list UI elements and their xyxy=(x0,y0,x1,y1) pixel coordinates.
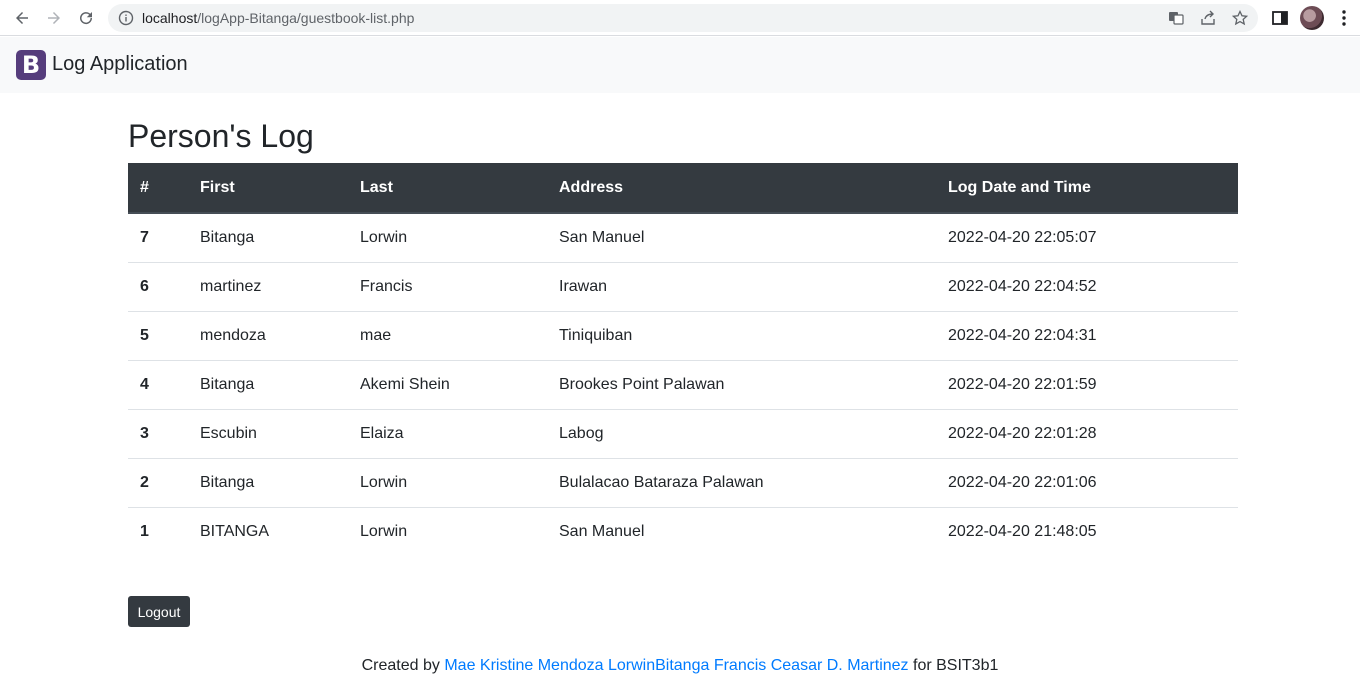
row-first: mendoza xyxy=(188,311,348,361)
row-datetime: 2022-04-20 22:01:06 xyxy=(936,458,1238,508)
table-row: 5 mendoza mae Tiniquiban 2022-04-20 22:0… xyxy=(128,311,1238,361)
column-header-datetime: Log Date and Time xyxy=(936,163,1238,214)
footer-suffix: for BSIT3b1 xyxy=(913,657,999,674)
reload-icon[interactable] xyxy=(74,6,98,30)
table-row: 3 Escubin Elaiza Labog 2022-04-20 22:01:… xyxy=(128,409,1238,459)
row-address: San Manuel xyxy=(559,522,645,540)
footer: Created by Mae Kristine Mendoza LorwinBi… xyxy=(0,657,1360,675)
url-text: localhost/logApp-Bitanga/guestbook-list.… xyxy=(142,10,415,26)
row-last: Elaiza xyxy=(348,409,547,459)
row-datetime: 2022-04-20 22:04:31 xyxy=(936,311,1238,361)
row-address: Tiniquiban xyxy=(547,311,936,361)
table-header-row: # First Last Address Log Date and Time xyxy=(128,163,1238,214)
table-row: 4 Bitanga Akemi Shein Brookes Point Pala… xyxy=(128,360,1238,410)
row-first: Bitanga xyxy=(188,458,348,508)
footer-prefix: Created by xyxy=(361,657,440,674)
row-first: Escubin xyxy=(188,409,348,459)
row-id: 1 xyxy=(140,522,149,540)
profile-avatar[interactable] xyxy=(1300,6,1324,30)
row-id: 3 xyxy=(128,409,188,459)
table-row: 7 Bitanga Lorwin San Manuel 2022-04-20 2… xyxy=(128,213,1238,263)
row-id: 6 xyxy=(128,262,188,312)
navbar: B Log Application xyxy=(0,37,1360,93)
column-header-last: Last xyxy=(348,163,547,214)
row-last: Francis xyxy=(348,262,547,312)
table-row: 6 martinez Francis Irawan 2022-04-20 22:… xyxy=(128,262,1238,312)
menu-kebab-icon[interactable] xyxy=(1334,8,1354,28)
site-info-icon[interactable] xyxy=(118,10,134,26)
bootstrap-logo[interactable]: B xyxy=(16,50,46,80)
row-address: Bulalacao Bataraza Palawan xyxy=(547,458,936,508)
bookmark-star-icon[interactable] xyxy=(1232,10,1248,26)
row-id: 2 xyxy=(128,458,188,508)
row-last: Lorwin xyxy=(348,458,547,508)
row-address: San Manuel xyxy=(547,213,936,263)
footer-authors-link[interactable]: Mae Kristine Mendoza LorwinBitanga Franc… xyxy=(444,657,908,674)
row-last: Lorwin xyxy=(360,522,408,540)
row-last: Akemi Shein xyxy=(348,360,547,410)
row-datetime: 2022-04-20 22:04:52 xyxy=(936,262,1238,312)
row-id: 4 xyxy=(128,360,188,410)
side-panel-icon[interactable] xyxy=(1270,8,1290,28)
logout-button[interactable]: Logout xyxy=(128,596,190,627)
back-icon[interactable] xyxy=(10,6,34,30)
log-table: # First Last Address Log Date and Time 7… xyxy=(128,163,1238,556)
row-datetime: 2022-04-20 22:01:28 xyxy=(936,409,1238,459)
column-header-first: First xyxy=(188,163,348,214)
row-datetime: 2022-04-20 21:48:05 xyxy=(948,522,1097,540)
table-row: 1 BITANGA Lorwin San Manuel 2022-04-20 2… xyxy=(128,507,1238,556)
forward-icon[interactable] xyxy=(42,6,66,30)
page-title: Person's Log xyxy=(128,118,314,154)
row-first: Bitanga xyxy=(188,360,348,410)
row-address: Brookes Point Palawan xyxy=(547,360,936,410)
column-header-id: # xyxy=(128,163,188,214)
navbar-brand[interactable]: Log Application xyxy=(52,53,188,76)
row-id: 7 xyxy=(128,213,188,263)
row-datetime: 2022-04-20 22:01:59 xyxy=(936,360,1238,410)
address-bar[interactable]: localhost/logApp-Bitanga/guestbook-list.… xyxy=(108,4,1258,32)
browser-toolbar: localhost/logApp-Bitanga/guestbook-list.… xyxy=(0,0,1360,36)
table-row: 2 Bitanga Lorwin Bulalacao Bataraza Pala… xyxy=(128,458,1238,508)
share-icon[interactable] xyxy=(1200,10,1216,26)
row-first: martinez xyxy=(188,262,348,312)
row-first: BITANGA xyxy=(200,522,270,540)
row-datetime: 2022-04-20 22:05:07 xyxy=(936,213,1238,263)
row-id: 5 xyxy=(128,311,188,361)
row-address: Labog xyxy=(547,409,936,459)
row-address: Irawan xyxy=(547,262,936,312)
row-last: mae xyxy=(348,311,547,361)
row-last: Lorwin xyxy=(348,213,547,263)
translate-icon[interactable] xyxy=(1168,10,1184,26)
row-first: Bitanga xyxy=(188,213,348,263)
column-header-address: Address xyxy=(547,163,936,214)
